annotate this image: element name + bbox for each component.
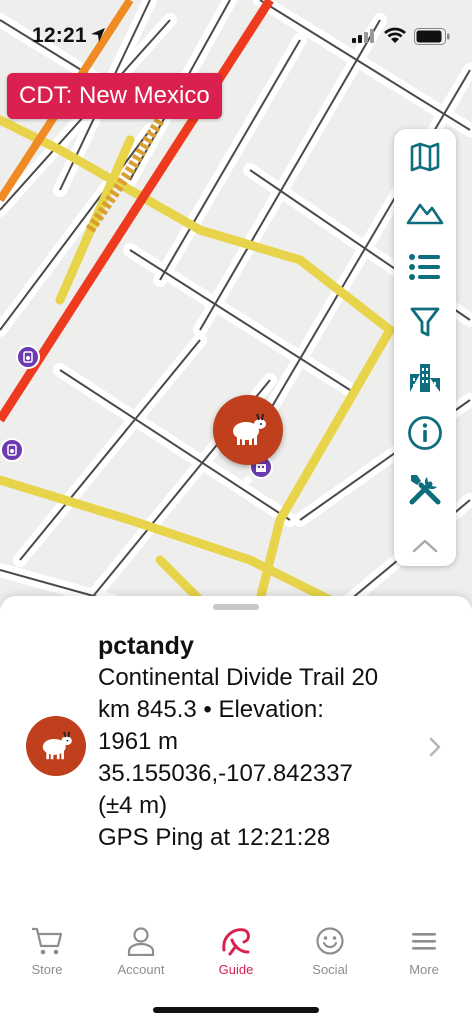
filter-icon	[410, 307, 440, 337]
tab-store[interactable]: Store	[0, 926, 94, 986]
tools-button[interactable]	[394, 466, 456, 512]
menu-icon	[412, 933, 436, 950]
cart-icon	[32, 927, 63, 955]
user-name: pctandy	[98, 632, 194, 660]
collapse-toolbar-button[interactable]	[394, 523, 456, 569]
map-layers-button[interactable]	[394, 134, 456, 180]
tab-bar: Store Account Guide Social More	[0, 916, 472, 1024]
battery-icon	[414, 28, 450, 45]
map-icon	[410, 142, 440, 172]
water-poi-icon[interactable]	[0, 438, 24, 462]
mountain-icon	[406, 203, 444, 225]
smiley-icon	[316, 927, 344, 955]
map-view[interactable]: 12:21 CDT: New Mexico	[0, 0, 472, 640]
city-icon	[410, 364, 440, 392]
mountain-goat-icon	[233, 413, 266, 445]
user-detail-sheet[interactable]: pctandy Continental Divide Trail 20 km 8…	[0, 596, 472, 916]
distance-elevation-line: km 845.3 • Elevation:	[98, 696, 324, 723]
status-time: 12:21	[32, 24, 87, 47]
trail-line: Continental Divide Trail 20	[98, 664, 379, 691]
status-bar: 12:21	[0, 0, 472, 64]
filter-button[interactable]	[394, 299, 456, 345]
info-button[interactable]	[394, 410, 456, 456]
tab-social[interactable]: Social	[283, 926, 377, 986]
waypoint-list-button[interactable]	[394, 244, 456, 290]
gps-ping-time: GPS Ping at 12:21:28	[98, 824, 331, 851]
info-icon	[408, 416, 442, 450]
map-toolbar	[394, 129, 456, 566]
chevron-up-icon	[412, 539, 438, 553]
mountain-goat-icon	[42, 731, 72, 760]
list-icon	[409, 254, 440, 280]
tab-label: More	[409, 962, 439, 977]
tab-label: Account	[117, 962, 165, 977]
terrain-button[interactable]	[394, 189, 456, 235]
tab-label: Store	[31, 962, 63, 977]
avatar	[26, 716, 86, 776]
wifi-icon	[384, 27, 406, 43]
home-indicator[interactable]	[153, 1007, 319, 1013]
tab-guide[interactable]: Guide	[189, 926, 283, 986]
user-location-details: pctandy Continental Divide Trail 20 km 8…	[98, 630, 408, 854]
chevron-right-icon[interactable]	[428, 736, 442, 758]
sheet-grabber[interactable]	[213, 604, 259, 610]
accuracy: (±4 m)	[98, 792, 168, 819]
person-icon	[127, 927, 155, 956]
guide-icon	[222, 928, 250, 956]
region-label[interactable]: CDT: New Mexico	[7, 73, 222, 119]
elevation-value: 1961 m	[98, 728, 179, 755]
towns-button[interactable]	[394, 354, 456, 400]
tab-account[interactable]: Account	[94, 926, 188, 986]
signal-icon	[352, 29, 374, 43]
tab-label: Guide	[218, 962, 254, 977]
tab-more[interactable]: More	[377, 926, 471, 986]
user-location-marker[interactable]	[213, 395, 283, 465]
tab-label: Social	[312, 962, 348, 977]
location-arrow-icon	[91, 28, 105, 42]
gps-dot	[244, 476, 252, 484]
water-poi-icon[interactable]	[16, 345, 40, 369]
tools-icon	[409, 475, 441, 505]
coordinates: 35.155036,-107.842337	[98, 760, 353, 787]
